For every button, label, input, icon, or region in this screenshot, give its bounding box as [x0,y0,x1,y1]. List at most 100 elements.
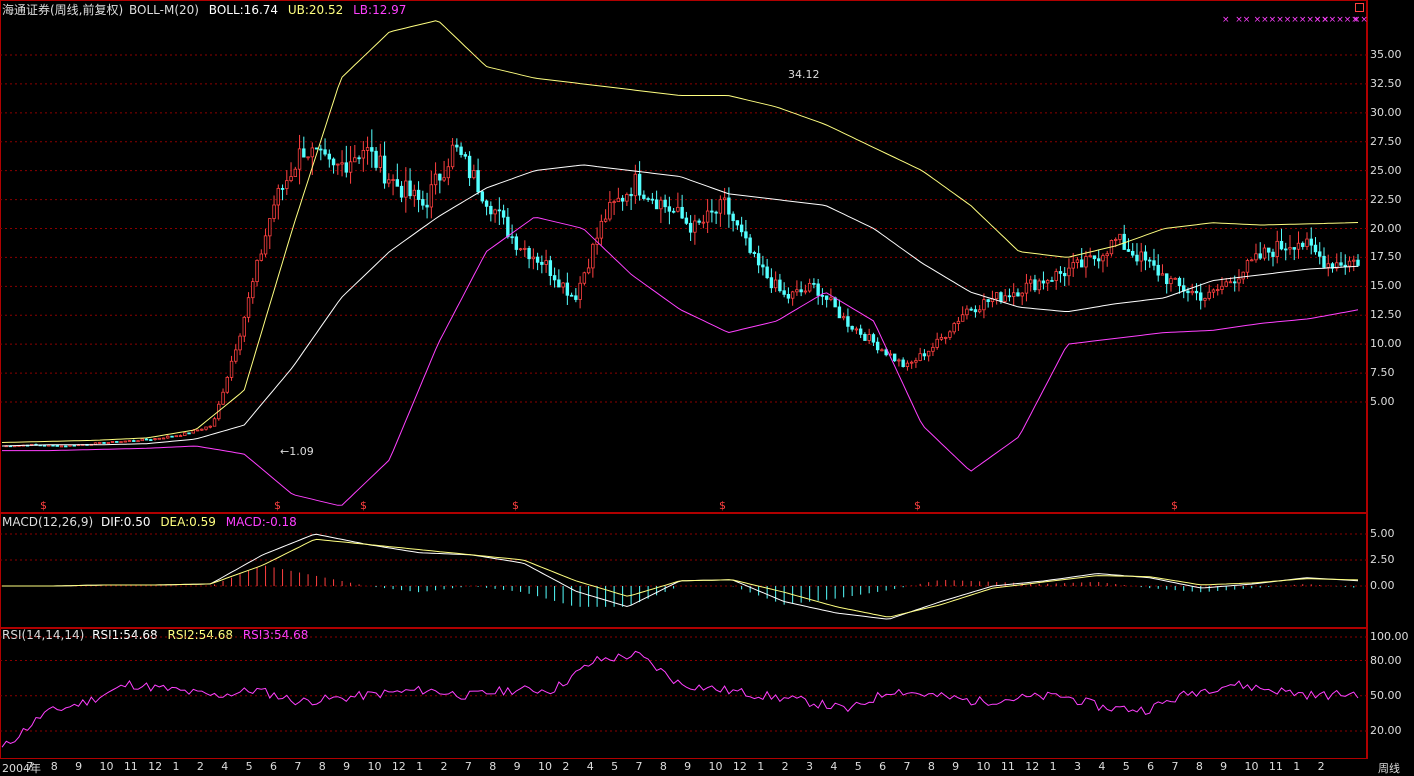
candle-body [446,166,451,179]
candle-body [803,290,808,293]
candle-body [268,218,272,237]
candle-body [1250,259,1254,262]
price-tick-label: 5.00 [1370,395,1395,408]
period-label[interactable]: 周线 [1378,760,1400,776]
x-axis-label: 9 [952,760,960,773]
candle-body [667,206,672,212]
dividend-mark: $ [40,499,47,512]
candle-body [960,314,965,322]
candle-body [204,426,208,430]
top-mark: ×× [1235,15,1250,25]
candle-body [374,150,378,168]
candle-body [909,361,914,364]
candle-body [756,253,761,266]
price-tick-label: 17.50 [1370,250,1402,264]
candle-body [790,291,795,299]
candle-body [863,333,867,341]
candle-body [731,213,735,222]
candle-body [404,180,408,198]
candle-body [527,247,531,260]
macd-tick-label: 0.00 [1370,579,1395,592]
x-axis-label: 8 [50,760,58,773]
candle-body [807,282,812,292]
candle-body [642,194,646,199]
x-axis-label: 2 [196,760,204,773]
x-axis-label: 2 [781,760,789,773]
candle-body [1186,290,1190,294]
low-price-label: ←1.09 [280,445,314,458]
x-axis-label: 2 [440,760,448,773]
candle-body [867,334,871,341]
candle-body [136,440,140,443]
dividend-mark: $ [512,499,519,512]
candle-body [208,425,212,428]
candle-body [897,359,901,362]
candle-body [591,243,595,269]
candle-body [1241,271,1245,280]
candle-body [174,435,178,438]
x-axis-label: 5 [1122,760,1130,773]
candle-body [459,146,463,155]
x-axis-label: 12 [1025,760,1040,773]
candle-body [183,432,187,436]
candle-body [1301,242,1305,247]
candle-body [229,360,234,378]
candle-body [1148,259,1152,262]
candle-body [982,299,986,311]
candle-body [697,220,701,223]
x-axis-label: 1 [1293,760,1301,773]
candle-body [110,441,115,443]
candle-body [212,418,217,427]
candle-body [1011,292,1016,297]
candle-body [1207,291,1211,299]
candle-body [1228,281,1233,284]
candle-body [293,168,298,177]
candle-body [1079,259,1084,268]
candle-body [718,199,723,214]
candle-body [663,199,667,208]
dividend-mark: $ [914,499,921,512]
candle-body [455,144,459,148]
candle-body [323,149,327,155]
candle-body [994,292,999,300]
x-axis-label: 1 [1049,760,1057,773]
candle-body [739,224,744,233]
candle-body [943,336,948,339]
candle-body [1156,264,1160,276]
candle-body [221,391,225,405]
candle-body [816,283,820,296]
rsi-tick-label: 50.00 [1370,688,1402,702]
candle-body [761,264,765,268]
candle-body [625,193,629,202]
x-axis-label: 8 [318,760,326,773]
candle-body [161,437,166,440]
candle-body [310,147,315,158]
candle-body [1254,253,1258,261]
candle-body [986,299,990,303]
candle-body [535,256,540,263]
candle-body [251,281,255,299]
candle-body [846,316,850,327]
candle-body [1190,290,1194,294]
candle-body [365,147,370,151]
x-axis-label: 8 [489,760,497,773]
candle-body [586,267,591,274]
candle-body [824,295,829,300]
candle-body [561,282,565,288]
candle-body [786,293,791,299]
candle-body [833,297,837,308]
candle-body [1016,292,1020,297]
candle-body [1143,251,1148,261]
x-axis-label: 9 [75,760,83,773]
candle-body [344,162,349,173]
candle-body [93,442,98,445]
candle-body [306,156,310,159]
candle-body [880,349,884,352]
x-axis-label: 11 [1000,760,1015,773]
candle-body [837,306,842,319]
candle-body [1058,271,1063,274]
candle-body [480,191,485,202]
x-axis-label: 8 [1195,760,1203,773]
x-axis-label: 1 [757,760,765,773]
candle-body [472,170,476,179]
